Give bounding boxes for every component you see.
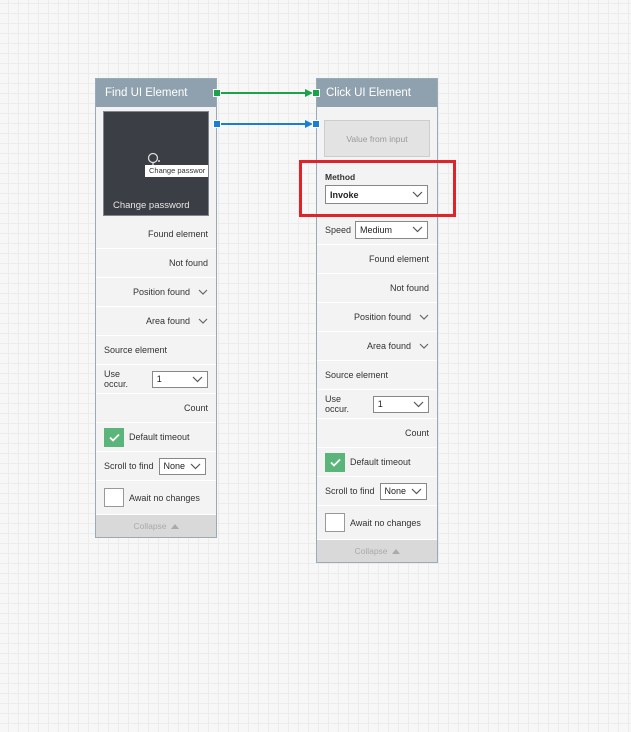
- speed-row: Speed Medium: [317, 215, 437, 245]
- chevron-down-icon[interactable]: [419, 313, 429, 321]
- source-element-label: Source element: [325, 370, 389, 380]
- not-found-label: Not found: [168, 258, 208, 268]
- success-output-port[interactable]: [213, 89, 221, 97]
- scroll-to-find-row: Scroll to find None: [96, 452, 216, 481]
- caret-up-icon: [391, 548, 400, 554]
- position-found-label: Position found: [353, 312, 411, 322]
- scroll-to-find-select[interactable]: None: [379, 482, 427, 500]
- chevron-down-icon[interactable]: [198, 288, 208, 296]
- chevron-down-icon: [411, 488, 421, 494]
- data-output-port[interactable]: [213, 120, 221, 128]
- scroll-to-find-label: Scroll to find: [104, 461, 154, 471]
- found-element-output[interactable]: Found element: [317, 245, 437, 274]
- await-no-changes-label: Await no changes: [129, 492, 200, 503]
- found-element-output[interactable]: Found element: [96, 220, 216, 249]
- count-label: Count: [183, 403, 208, 413]
- collapse-label: Collapse: [354, 546, 388, 556]
- caret-up-icon: [170, 523, 179, 529]
- chevron-down-icon[interactable]: [419, 342, 429, 350]
- source-element-input[interactable]: Source element: [96, 336, 216, 365]
- find-ui-element-node[interactable]: Find UI Element Change passwor Change pa…: [95, 78, 217, 538]
- await-no-changes-row: Await no changes: [317, 506, 437, 540]
- value-from-input-button[interactable]: Value from input: [324, 120, 430, 157]
- default-timeout-row: Default timeout: [96, 423, 216, 452]
- position-found-label: Position found: [132, 287, 190, 297]
- use-occur-select[interactable]: 1: [151, 370, 208, 388]
- preview-caption: Change password: [113, 200, 190, 211]
- source-element-label: Source element: [104, 345, 168, 355]
- not-found-output[interactable]: Not found: [96, 249, 216, 278]
- count-output[interactable]: Count: [96, 394, 216, 423]
- area-found-label: Area found: [145, 316, 190, 326]
- checkmark-icon: [329, 458, 341, 467]
- await-no-changes-checkbox[interactable]: [325, 513, 345, 532]
- use-occur-label: Use occur.: [325, 394, 350, 414]
- area-found-output[interactable]: Area found: [317, 332, 437, 361]
- checkmark-icon: [108, 433, 120, 442]
- collapse-label: Collapse: [133, 521, 167, 531]
- speed-value: Medium: [360, 224, 393, 235]
- collapse-button[interactable]: Collapse: [96, 515, 216, 537]
- default-timeout-label: Default timeout: [350, 457, 411, 467]
- chevron-down-icon: [190, 463, 200, 469]
- element-preview[interactable]: Change passwor Change password: [103, 111, 209, 216]
- area-found-output[interactable]: Area found: [96, 307, 216, 336]
- scroll-to-find-select[interactable]: None: [158, 457, 206, 475]
- use-occur-label: Use occur.: [104, 369, 129, 389]
- use-occur-value: 1: [377, 399, 383, 409]
- found-element-label: Found element: [368, 254, 429, 264]
- await-no-changes-label: Await no changes: [350, 517, 421, 528]
- default-timeout-checkbox[interactable]: [325, 452, 345, 472]
- position-found-output[interactable]: Position found: [96, 278, 216, 307]
- source-element-input[interactable]: Source element: [317, 361, 437, 390]
- chevron-down-icon[interactable]: [198, 317, 208, 325]
- chevron-down-icon: [412, 226, 423, 233]
- scroll-to-find-value: None: [384, 486, 407, 496]
- use-occur-select[interactable]: 1: [372, 395, 429, 413]
- use-occur-row: Use occur. 1: [317, 390, 437, 419]
- click-ui-element-node[interactable]: Click UI Element Value from input Method…: [316, 78, 438, 563]
- speed-label: Speed: [325, 224, 352, 235]
- default-timeout-label: Default timeout: [129, 432, 190, 442]
- node-title[interactable]: Click UI Element: [317, 79, 437, 107]
- count-label: Count: [404, 428, 429, 438]
- use-occur-value: 1: [156, 374, 162, 384]
- default-timeout-checkbox[interactable]: [104, 427, 124, 447]
- await-no-changes-checkbox[interactable]: [104, 488, 124, 507]
- collapse-button[interactable]: Collapse: [317, 540, 437, 562]
- default-timeout-row: Default timeout: [317, 448, 437, 477]
- chevron-down-icon: [192, 376, 203, 382]
- not-found-label: Not found: [389, 283, 429, 293]
- area-found-label: Area found: [366, 341, 411, 351]
- count-output[interactable]: Count: [317, 419, 437, 448]
- scroll-to-find-value: None: [163, 461, 186, 471]
- await-no-changes-row: Await no changes: [96, 481, 216, 515]
- method-highlight-box: [299, 160, 456, 217]
- success-input-port[interactable]: [312, 89, 320, 97]
- scroll-to-find-row: Scroll to find None: [317, 477, 437, 506]
- use-occur-row: Use occur. 1: [96, 365, 216, 394]
- data-input-port[interactable]: [312, 120, 320, 128]
- value-from-input-label: Value from input: [346, 133, 408, 144]
- position-found-output[interactable]: Position found: [317, 303, 437, 332]
- value-from-input-area[interactable]: Value from input: [317, 107, 437, 159]
- speed-select[interactable]: Medium: [355, 220, 429, 239]
- preview-tooltip: Change passwor: [145, 165, 208, 177]
- scroll-to-find-label: Scroll to find: [325, 486, 375, 496]
- node-title[interactable]: Find UI Element: [96, 79, 216, 107]
- chevron-down-icon: [413, 401, 424, 407]
- found-element-label: Found element: [147, 229, 208, 239]
- not-found-output[interactable]: Not found: [317, 274, 437, 303]
